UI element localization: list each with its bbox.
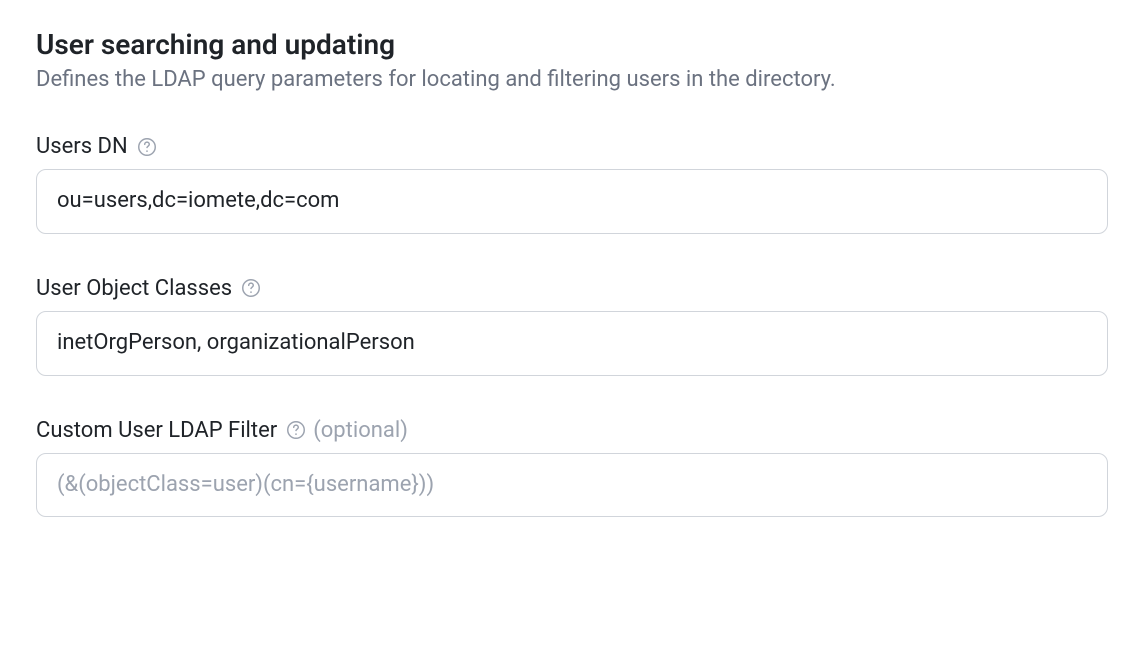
field-user-object-classes: User Object Classes <box>36 276 1108 376</box>
optional-tag: (optional) <box>313 418 408 443</box>
user-object-classes-input[interactable] <box>36 311 1108 376</box>
users-dn-label: Users DN <box>36 134 128 159</box>
field-label-row: Custom User LDAP Filter (optional) <box>36 418 1108 443</box>
help-icon[interactable] <box>136 136 158 158</box>
users-dn-input[interactable] <box>36 169 1108 234</box>
help-icon[interactable] <box>240 277 262 299</box>
custom-filter-input[interactable] <box>36 453 1108 518</box>
field-custom-filter: Custom User LDAP Filter (optional) <box>36 418 1108 518</box>
custom-filter-label: Custom User LDAP Filter <box>36 418 277 443</box>
section-description: Defines the LDAP query parameters for lo… <box>36 67 1108 92</box>
field-label-row: Users DN <box>36 134 1108 159</box>
help-icon[interactable] <box>285 419 307 441</box>
field-users-dn: Users DN <box>36 134 1108 234</box>
section-title: User searching and updating <box>36 28 1108 61</box>
field-label-row: User Object Classes <box>36 276 1108 301</box>
user-object-classes-label: User Object Classes <box>36 276 232 301</box>
